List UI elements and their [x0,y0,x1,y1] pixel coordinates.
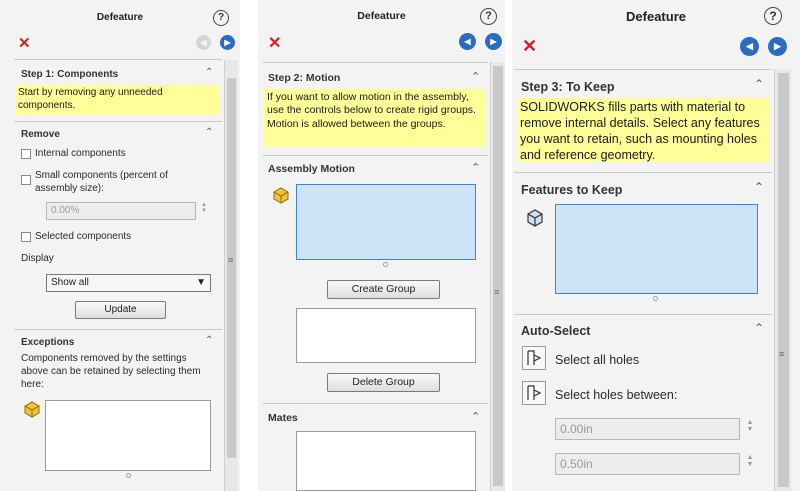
exceptions-header[interactable]: Exceptions [21,337,74,348]
defeature-panel-step3: Defeature ? ✕ ◀ ▶ Step 3: To Keep ⌃ SOLI… [512,0,800,491]
min-diameter-field[interactable]: 0.00in [555,418,740,440]
chevron-up-icon[interactable]: ⌃ [205,127,213,138]
display-select[interactable]: Show all ▼ [46,274,211,292]
help-circle-icon[interactable]: ? [213,10,229,26]
divider [514,69,772,70]
forward-arrow-icon[interactable]: ▶ [485,33,502,50]
auto-select-header[interactable]: Auto-Select [521,324,590,338]
step3-header[interactable]: Step 3: To Keep [521,80,615,94]
divider [14,329,222,330]
close-x-icon[interactable]: ✕ [268,33,281,53]
resize-handle[interactable] [383,262,388,267]
max-diameter-stepper[interactable]: ▲ ▼ [744,454,756,468]
component-cube-icon [24,401,40,418]
exceptions-description: Components removed by the settings above… [21,353,201,390]
step3-note: SOLIDWORKS fills parts with material to … [517,98,769,162]
defeature-panel-step1: Defeature ? ✕ ◀ ▶ Step 1: Components ⌃ S… [0,0,240,491]
chevron-up-icon[interactable]: ⌃ [471,161,480,174]
divider [514,314,772,315]
chevron-up-icon[interactable]: ⌃ [754,77,764,91]
chevron-down-icon: ▼ [196,277,206,288]
help-circle-icon[interactable]: ? [764,7,782,25]
panel-title: Defeature [626,9,686,24]
features-to-keep-list[interactable] [555,204,758,294]
mates-list[interactable] [296,431,476,491]
panel-title: Defeature [357,10,406,22]
step1-note: Start by removing any unneeded component… [15,85,220,115]
select-all-holes-label: Select all holes [555,353,640,367]
selected-components-label: Selected components [35,231,132,242]
chevron-up-icon[interactable]: ⌃ [471,410,480,423]
resize-handle[interactable] [126,473,131,478]
resize-handle[interactable] [653,296,658,301]
scrollbar-thumb[interactable] [493,66,503,486]
scrollbar-thumb[interactable] [778,73,789,487]
divider [263,62,488,63]
divider [514,172,772,173]
delete-group-button[interactable]: Delete Group [327,373,440,392]
grip-icon: ≡ [779,349,785,359]
assembly-motion-header[interactable]: Assembly Motion [268,163,355,175]
panel-title: Defeature [96,12,144,23]
back-arrow-icon[interactable]: ◀ [459,33,476,50]
step1-header[interactable]: Step 1: Components [21,69,118,80]
mates-header[interactable]: Mates [268,412,298,424]
update-button[interactable]: Update [75,301,166,319]
feature-cube-icon [527,209,543,227]
chevron-up-icon[interactable]: ⌃ [471,70,480,83]
select-all-holes-button[interactable] [522,346,546,370]
grip-icon: ≡ [494,287,500,297]
divider [14,121,222,122]
defeature-panel-step2: Defeature ? ✕ ◀ ▶ Step 2: Motion ⌃ If yo… [258,0,505,491]
motion-group-list[interactable] [296,184,476,260]
display-select-value: Show all [51,277,89,288]
scrollbar-thumb[interactable] [227,78,236,458]
features-to-keep-header[interactable]: Features to Keep [521,183,622,197]
scrollbar[interactable]: ≡ [490,62,505,491]
percent-field[interactable]: 0.00% [46,202,196,220]
small-components-checkbox[interactable] [21,175,31,185]
chevron-up-icon[interactable]: ⌃ [205,67,213,78]
close-x-icon[interactable]: ✕ [18,34,31,52]
remove-header[interactable]: Remove [21,129,60,140]
close-x-icon[interactable]: ✕ [522,36,537,57]
forward-arrow-icon[interactable]: ▶ [220,35,235,50]
select-holes-between-button[interactable] [522,381,546,405]
divider [263,155,488,156]
chevron-up-icon[interactable]: ⌃ [205,335,213,346]
exceptions-list[interactable] [45,400,211,471]
divider [263,403,488,404]
chevron-up-icon[interactable]: ⌃ [754,321,764,335]
step2-header[interactable]: Step 2: Motion [268,72,340,84]
percent-stepper[interactable]: ▲ ▼ [199,202,209,214]
max-diameter-field[interactable]: 0.50in [555,453,740,475]
group-members-list[interactable] [296,308,476,363]
hole-wizard-icon [527,350,542,365]
display-label: Display [21,253,54,264]
chevron-up-icon[interactable]: ⌃ [754,180,764,194]
scrollbar[interactable]: ≡ [774,69,791,491]
select-holes-between-label: Select holes between: [555,388,678,402]
hole-wizard-icon [527,385,542,400]
component-cube-icon [273,187,289,204]
step2-note: If you want to allow motion in the assem… [264,89,486,147]
selected-components-checkbox[interactable] [21,232,31,242]
scrollbar[interactable]: ≡ [224,60,238,491]
grip-icon: ≡ [228,255,234,265]
internal-components-checkbox[interactable] [21,149,31,159]
create-group-button[interactable]: Create Group [327,280,440,299]
small-components-label: Small components (percent of assembly si… [35,170,168,194]
back-arrow-icon[interactable]: ◀ [740,37,759,56]
internal-components-label: Internal components [35,148,126,159]
forward-arrow-icon[interactable]: ▶ [768,37,787,56]
back-arrow-icon[interactable]: ◀ [196,35,211,50]
help-circle-icon[interactable]: ? [480,8,497,25]
divider [14,59,222,60]
min-diameter-stepper[interactable]: ▲ ▼ [744,419,756,433]
